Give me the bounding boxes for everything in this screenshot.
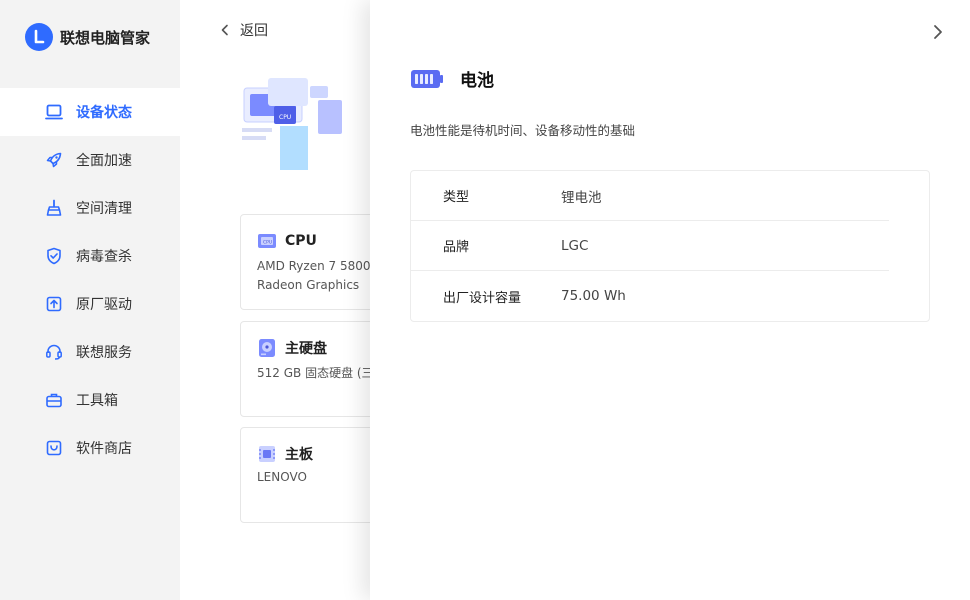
table-row: 品牌 LGC	[411, 221, 889, 271]
sidebar-item-speedup[interactable]: 全面加速	[0, 136, 180, 184]
row-value: 75.00 Wh	[561, 288, 626, 304]
upload-icon	[44, 294, 64, 314]
sidebar-item-label: 工具箱	[76, 393, 118, 409]
card-title: 主硬盘	[285, 341, 327, 357]
laptop-icon	[44, 102, 64, 122]
toolbox-icon	[44, 390, 64, 410]
store-bag-icon	[44, 438, 64, 458]
card-line: Radeon Graphics	[257, 278, 360, 292]
sidebar-item-label: 设备状态	[76, 105, 132, 121]
shield-icon	[44, 246, 64, 266]
headset-icon	[44, 342, 64, 362]
sidebar-item-toolbox[interactable]: 工具箱	[0, 376, 180, 424]
sidebar-item-drivers[interactable]: 原厂驱动	[0, 280, 180, 328]
card-line: 512 GB 固态硬盘 (三	[257, 366, 374, 380]
battery-info-table: 类型 锂电池 品牌 LGC 出厂设计容量 75.00 Wh	[410, 170, 930, 322]
card-line: AMD Ryzen 7 5800H	[257, 259, 380, 273]
svg-text:CPU: CPU	[279, 114, 291, 121]
sidebar-item-label: 全面加速	[76, 153, 132, 169]
sidebar-item-antivirus[interactable]: 病毒查杀	[0, 232, 180, 280]
row-value: LGC	[561, 237, 589, 254]
drawer-close-button[interactable]	[928, 22, 948, 42]
svg-text:CPU: CPU	[263, 240, 272, 246]
drawer-header: 电池	[410, 66, 494, 91]
row-key: 出厂设计容量	[443, 290, 522, 306]
motherboard-card-header: 主板	[257, 444, 313, 464]
battery-icon	[411, 69, 443, 88]
sidebar-item-service[interactable]: 联想服务	[0, 328, 180, 376]
sidebar-item-space-clean[interactable]: 空间清理	[0, 184, 180, 232]
sidebar-item-label: 病毒查杀	[76, 249, 132, 265]
sidebar: 联想电脑管家 设备状态 全面加速 空间清理 病毒查杀 原厂驱动 联想服务 工具箱…	[0, 0, 180, 600]
app-name: 联想电脑管家	[60, 28, 151, 47]
row-key: 品牌	[443, 240, 470, 255]
sidebar-item-label: 联想服务	[76, 345, 132, 361]
row-value: 锂电池	[561, 189, 602, 206]
sidebar-item-label: 软件商店	[76, 441, 132, 457]
back-label: 返回	[240, 23, 268, 39]
card-title: CPU	[285, 233, 317, 249]
drawer-description: 电池性能是待机时间、设备移动性的基础	[410, 123, 636, 138]
table-row: 出厂设计容量 75.00 Wh	[411, 271, 889, 321]
brand: 联想电脑管家	[25, 23, 150, 51]
card-title: 主板	[285, 447, 313, 463]
drawer-title: 电池	[460, 71, 494, 91]
cpu-card-header: CPU CPU	[257, 231, 317, 251]
sidebar-item-label: 原厂驱动	[76, 297, 132, 313]
chevron-right-icon	[934, 25, 942, 39]
table-row: 类型 锂电池	[411, 171, 889, 221]
battery-detail-drawer: 电池 电池性能是待机时间、设备移动性的基础 类型 锂电池 品牌 LGC 出厂设计…	[370, 0, 970, 600]
row-key: 类型	[443, 190, 470, 205]
chevron-left-icon	[221, 24, 228, 36]
rocket-icon	[44, 150, 64, 170]
disk-icon	[257, 338, 277, 358]
sidebar-nav: 设备状态 全面加速 空间清理 病毒查杀 原厂驱动 联想服务 工具箱 软件商店	[0, 88, 180, 472]
device-illustration: CPU	[242, 78, 342, 170]
broom-icon	[44, 198, 64, 218]
cpu-icon: CPU	[257, 231, 277, 251]
card-line: LENOVO	[257, 470, 307, 484]
disk-card-header: 主硬盘	[257, 338, 327, 358]
sidebar-item-store[interactable]: 软件商店	[0, 424, 180, 472]
lenovo-logo-icon	[25, 23, 53, 51]
motherboard-icon	[257, 444, 277, 464]
back-button[interactable]: 返回	[218, 20, 268, 40]
sidebar-item-device-status[interactable]: 设备状态	[0, 88, 180, 136]
sidebar-item-label: 空间清理	[76, 201, 132, 217]
